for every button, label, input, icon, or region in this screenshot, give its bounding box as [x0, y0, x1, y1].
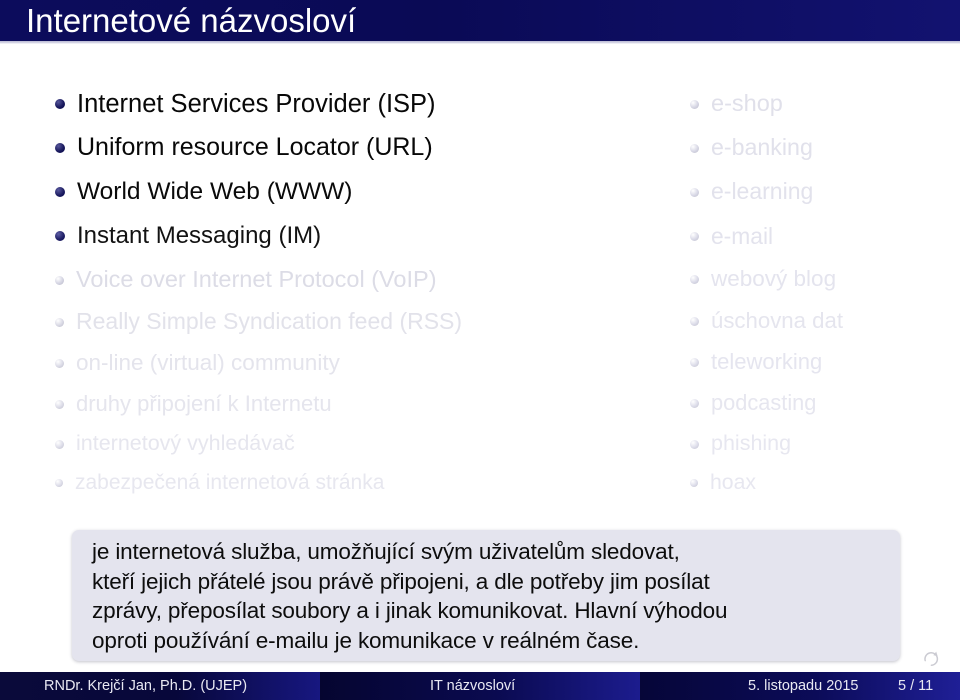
list-item-label: internetový vyhledávač: [76, 431, 295, 456]
bullet-dot-icon: [55, 358, 64, 368]
list-item-label: e-shop: [711, 90, 783, 117]
list-item: Really Simple Syndication feed (RSS): [55, 307, 462, 337]
bullet-dot-icon: [55, 317, 64, 327]
list-item-label: Voice over Internet Protocol (VoIP): [76, 266, 437, 293]
list-item: úschovna dat: [690, 306, 843, 336]
note-text: je internetová služba, umožňující svým u…: [92, 537, 892, 655]
list-item-label: zabezpečená internetová stránka: [75, 470, 385, 494]
list-item: podcasting: [690, 388, 816, 418]
list-item-label: e-learning: [711, 178, 814, 205]
footer-page-number: 5 / 11: [898, 678, 934, 694]
bullet-dot-icon: [690, 231, 699, 241]
bullet-dot-icon: [690, 143, 699, 153]
list-item-label: on-line (virtual) community: [76, 349, 340, 375]
list-item-label: Internet Services Provider (ISP): [77, 89, 436, 118]
slide-footer: RNDr. Krejčí Jan, Ph.D. (UJEP) IT názvos…: [0, 672, 960, 700]
bullet-dot-icon: [55, 399, 64, 409]
bullet-dot-icon: [690, 439, 699, 449]
bullet-dot-icon: [690, 479, 698, 487]
list-item-label: hoax: [710, 471, 756, 495]
list-item: World Wide Web (WWW): [55, 177, 352, 207]
list-item-label: Really Simple Syndication feed (RSS): [76, 308, 463, 335]
list-item-label: webový blog: [711, 265, 837, 291]
list-item: phishing: [690, 429, 791, 459]
list-item-label: e-banking: [711, 134, 813, 161]
bullet-dot-icon: [55, 439, 64, 449]
list-item-label: e-mail: [711, 222, 774, 249]
list-item-label: Uniform resource Locator (URL): [77, 133, 433, 162]
footer-author: RNDr. Krejčí Jan, Ph.D. (UJEP): [44, 678, 248, 694]
list-item-label: Instant Messaging (IM): [77, 221, 322, 249]
list-item: e-shop: [690, 89, 783, 119]
list-item: zabezpečená internetová stránka: [55, 468, 384, 498]
bullet-dot-icon: [55, 143, 65, 153]
bullet-dot-icon: [690, 398, 699, 408]
list-item: webový blog: [690, 264, 836, 294]
list-item: e-mail: [690, 221, 773, 251]
header-divider: [0, 41, 960, 44]
list-item-label: podcasting: [711, 390, 817, 416]
list-item: Voice over Internet Protocol (VoIP): [55, 265, 437, 295]
list-item: druhy připojení k Internetu: [55, 389, 332, 419]
footer-presentation-title: IT názvosloví: [430, 678, 516, 694]
list-item: internetový vyhledávač: [55, 429, 295, 459]
bullet-dot-icon: [55, 479, 63, 487]
bullet-dot-icon: [690, 187, 699, 197]
list-item: hoax: [690, 468, 756, 498]
redo-arrow-icon[interactable]: [921, 648, 941, 668]
bullet-dot-icon: [690, 99, 699, 109]
page-title: Internetové názvosloví: [26, 2, 357, 39]
list-item-label: druhy připojení k Internetu: [76, 391, 332, 417]
list-item: teleworking: [690, 347, 822, 377]
list-item: Uniform resource Locator (URL): [55, 133, 433, 163]
bullet-dot-icon: [690, 357, 699, 367]
note-line: zprávy, přeposílat soubory a i jinak kom…: [92, 598, 728, 623]
highlight-note-box: je internetová služba, umožňující svým u…: [72, 530, 900, 661]
bullet-dot-icon: [690, 316, 699, 326]
list-item: Internet Services Provider (ISP): [55, 89, 436, 119]
footer-date: 5. listopadu 2015: [748, 678, 859, 694]
bullet-dot-icon: [55, 187, 65, 197]
bullet-dot-icon: [55, 231, 65, 241]
list-item-label: World Wide Web (WWW): [77, 177, 353, 205]
note-line: kteří jejich přátelé jsou právě připojen…: [92, 568, 710, 594]
bullet-dot-icon: [55, 275, 64, 285]
list-item: Instant Messaging (IM): [55, 221, 321, 251]
list-item-label: úschovna dat: [711, 307, 843, 333]
slide-content: Internet Services Provider (ISP) Uniform …: [0, 48, 960, 518]
note-line: oproti používání e-mailu je komunikace v…: [92, 627, 640, 653]
bullet-dot-icon: [55, 99, 65, 109]
list-item: e-learning: [690, 177, 813, 207]
list-item: on-line (virtual) community: [55, 348, 340, 378]
bullet-dot-icon: [690, 274, 699, 284]
list-item-label: teleworking: [711, 349, 823, 375]
note-line: je internetová služba, umožňující svým u…: [92, 539, 680, 564]
list-item-label: phishing: [711, 431, 792, 456]
list-item: e-banking: [690, 133, 813, 163]
